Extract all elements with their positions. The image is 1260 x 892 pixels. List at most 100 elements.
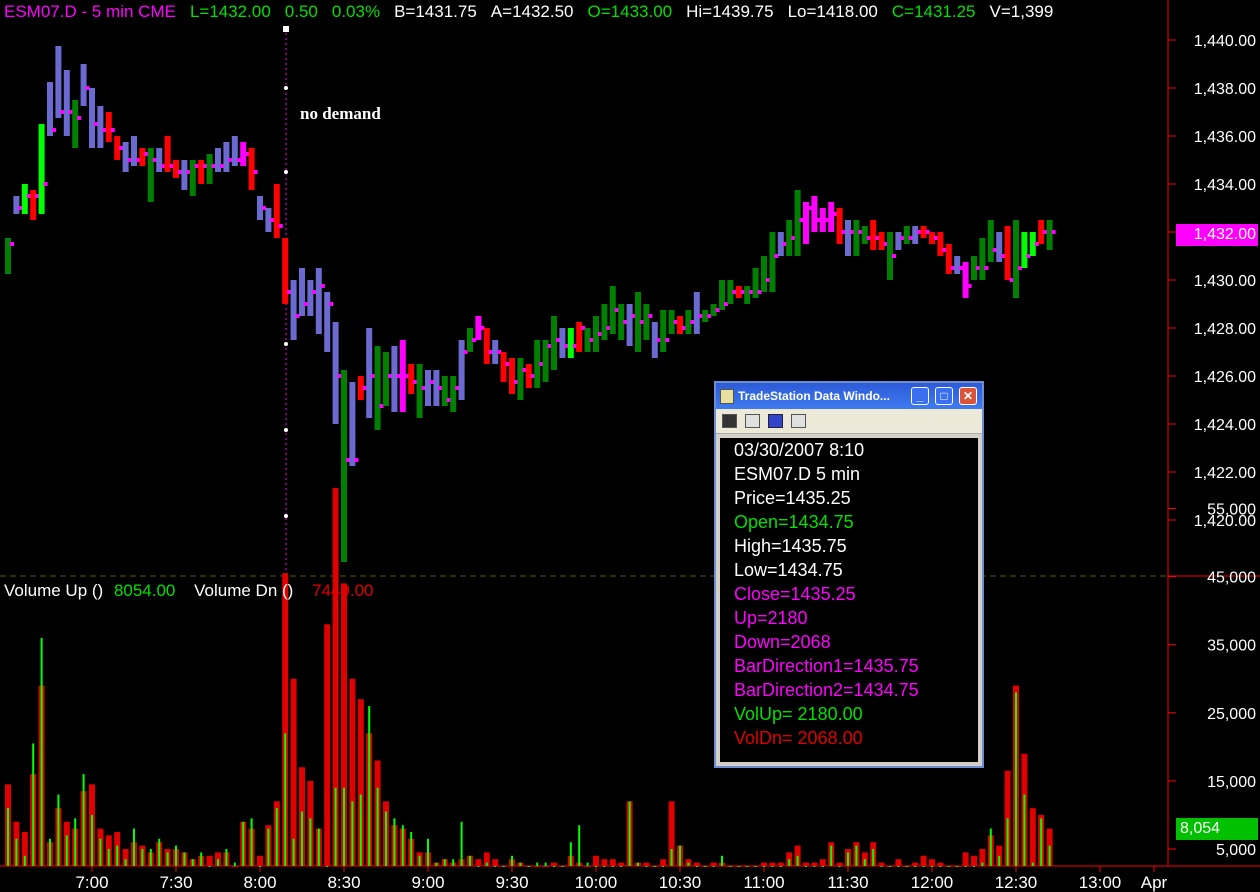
header-item: 0.50 — [284, 2, 318, 21]
volume-up-bar — [788, 859, 791, 866]
volume-dn-bar — [475, 859, 482, 866]
volume-up-bar — [385, 811, 387, 866]
app-icon — [720, 389, 734, 404]
time-tick-label: 11:00 — [743, 873, 784, 892]
data-window-body: 03/30/2007 8:10 ESM07.D 5 min Price=1435.2… — [720, 438, 978, 762]
header-item: V=1,399 — [989, 2, 1054, 21]
price-bar — [861, 226, 868, 244]
volume-up-bar — [964, 866, 967, 867]
price-bar — [1046, 220, 1053, 250]
price-bar — [13, 196, 20, 214]
data-window-toolbar — [716, 409, 982, 434]
data-window[interactable]: TradeStation Data Windo... _ □ ✕ 03/30/2… — [714, 381, 984, 768]
close-tick — [253, 170, 258, 174]
header-item: ESM07.D - 5 min CME — [4, 2, 176, 21]
volume-dn-bar — [643, 862, 650, 866]
maximize-button[interactable]: □ — [935, 387, 953, 405]
volume-dn-bar — [551, 862, 557, 866]
volume-up-bar — [443, 859, 446, 866]
volume-up-bar — [401, 825, 404, 866]
symbol-header: ESM07.D - 5 min CME L=1432.00 0.50 0.03% B=1… — [4, 2, 1156, 24]
grid-icon[interactable] — [768, 414, 783, 428]
volume-dn-bar — [811, 862, 818, 866]
volume-dn-bar — [878, 862, 885, 866]
volume-dn-bar — [231, 866, 238, 867]
volume-up-bar — [989, 828, 992, 866]
close-tick — [161, 164, 166, 168]
volume-up-bar — [754, 866, 757, 867]
volume-up-bar — [49, 838, 51, 866]
minimize-button[interactable]: _ — [911, 387, 929, 405]
price-bar — [315, 268, 322, 334]
price-bar — [693, 292, 700, 334]
properties-icon[interactable] — [791, 414, 806, 428]
close-tick — [665, 338, 670, 342]
volume-dn-bar — [920, 855, 927, 866]
volume-up-bar — [679, 845, 681, 866]
price-bar — [517, 358, 524, 400]
close-tick — [362, 386, 367, 390]
price-bar — [416, 364, 423, 418]
price-bar — [601, 304, 608, 340]
volume-up-bar — [897, 866, 900, 867]
price-bar — [391, 346, 398, 412]
price-bar — [332, 322, 339, 424]
close-tick — [52, 128, 56, 132]
close-tick — [228, 158, 233, 162]
volume-up-bar — [15, 838, 18, 866]
volume-up-bar — [670, 849, 673, 866]
volume-up-bar — [158, 838, 161, 866]
volume-up-bar — [973, 866, 975, 867]
volume-up-bar — [183, 852, 186, 866]
price-tick-label: 1,422.00 — [1194, 465, 1256, 482]
time-tick-label: 12:30 — [995, 873, 1038, 892]
last-price-tag: 1,432.00 — [1176, 224, 1258, 246]
volume-up-bar — [595, 866, 597, 867]
data-window-line: ESM07.D 5 min — [734, 464, 861, 484]
time-tick-label: 13:00 — [1079, 873, 1122, 892]
close-tick — [446, 398, 451, 402]
volume-tick-label: 35,000 — [1207, 638, 1256, 655]
price-bar — [660, 310, 667, 352]
volume-up-bar — [477, 866, 480, 867]
volume-dn-bar — [895, 859, 902, 866]
volume-dn-bar — [937, 862, 944, 866]
price-bar — [181, 160, 188, 190]
volume-up-bar — [922, 866, 925, 867]
volume-up-bar — [872, 849, 875, 866]
volume-dn-bar — [836, 862, 843, 866]
volume-up-bar — [460, 821, 463, 866]
volume-tick-label: 45,000 — [1207, 570, 1256, 587]
volume-up-bar — [191, 859, 194, 866]
volume-up-bar — [57, 794, 60, 866]
volume-up-bar — [208, 866, 211, 867]
volume-up-bar — [737, 866, 740, 867]
volume-up-bar — [863, 859, 866, 866]
close-tick — [892, 254, 896, 258]
volume-up-bar — [107, 849, 110, 866]
volume-up-bar — [603, 866, 606, 867]
volume-dn-bar — [693, 862, 700, 866]
volume-up-bar — [149, 849, 152, 866]
volume-up-bar — [653, 866, 656, 867]
volume-up-bar — [133, 828, 135, 866]
chart-canvas[interactable]: 1,420.001,422.001,424.001,426.001,428.00… — [0, 0, 1260, 892]
close-tick — [967, 284, 972, 288]
price-bar — [903, 226, 910, 244]
close-tick — [320, 284, 325, 288]
data-window-titlebar[interactable]: TradeStation Data Windo... _ □ ✕ — [716, 383, 982, 409]
close-tick — [10, 242, 14, 246]
volume-up-bar — [259, 866, 261, 867]
volume-dn-bar — [492, 859, 499, 866]
print-icon[interactable] — [745, 414, 760, 428]
volume-up-bar — [813, 866, 816, 867]
price-bar — [72, 100, 79, 148]
price-tick-label: 1,434.00 — [1194, 177, 1256, 194]
price-bar — [341, 370, 347, 562]
close-button[interactable]: ✕ — [959, 387, 977, 405]
chart-annotation: no demand — [300, 104, 381, 123]
save-icon[interactable] — [722, 414, 737, 428]
volume-up-bar — [637, 862, 639, 866]
volume-dn-bar — [660, 859, 667, 866]
price-bar — [273, 184, 280, 238]
